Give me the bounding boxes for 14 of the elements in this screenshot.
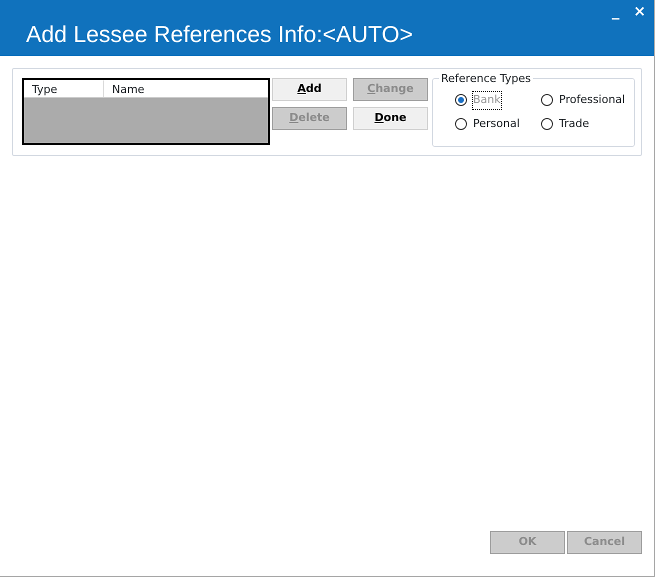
radio-button[interactable] [541,118,553,130]
radio-label[interactable]: Personal [473,116,520,132]
action-button[interactable]: Add [272,78,347,101]
radio-button[interactable] [455,118,467,130]
group-title: Reference Types [439,71,533,88]
radio-button[interactable] [541,94,553,106]
action-button[interactable]: Done [353,107,428,130]
radio-label[interactable]: Professional [559,92,626,108]
radio-label[interactable]: Trade [559,116,590,132]
column-header[interactable]: Type [24,80,104,97]
column-header[interactable]: Name [104,80,144,97]
minimize-button[interactable]: _ [612,4,620,19]
close-button[interactable]: × [633,4,646,19]
window-title: Add Lessee References Info:<AUTO> [26,23,413,46]
